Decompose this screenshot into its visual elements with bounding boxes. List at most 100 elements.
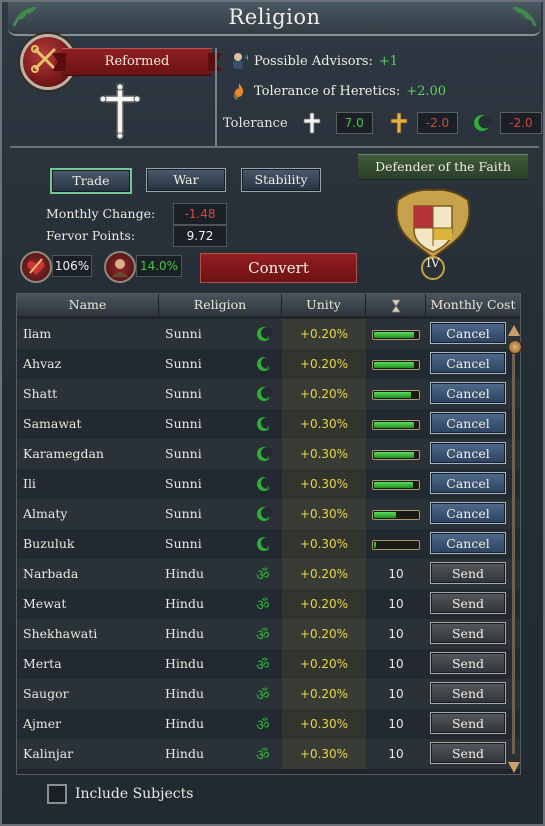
row-religion: Sunni: [159, 469, 282, 499]
row-religion: Sunni: [159, 319, 282, 349]
column-header-name[interactable]: Name: [17, 294, 159, 316]
cancel-button[interactable]: Cancel: [430, 382, 506, 404]
row-cost: Cancel: [426, 499, 510, 529]
cancel-button[interactable]: Cancel: [430, 442, 506, 464]
row-unity: +0.20%: [282, 559, 366, 589]
row-religion: Hindu ॐ: [159, 709, 282, 739]
send-button[interactable]: Send: [430, 742, 506, 764]
row-time: [366, 379, 426, 409]
om-icon: ॐ: [256, 566, 270, 582]
table-body: Ilam Sunni +0.20% Cancel Ahvaz Sunni +0.20% Can…: [17, 319, 520, 769]
row-time: 10: [366, 739, 426, 769]
column-header-monthly-cost[interactable]: Monthly Cost: [426, 294, 520, 316]
cancel-button[interactable]: Cancel: [430, 322, 506, 344]
mission-panel: Trade War Stability Monthly Change: -1.4…: [10, 146, 539, 286]
row-time: 10: [366, 649, 426, 679]
monthly-change-value: -1.48: [173, 203, 227, 225]
progress-bar: [372, 540, 420, 550]
row-name: Ilam: [23, 326, 52, 341]
row-cost: Send: [426, 589, 510, 619]
progress-bar: [372, 450, 420, 460]
row-name: Shekhawati: [23, 626, 98, 641]
row-time: 10: [366, 709, 426, 739]
scroll-down-icon[interactable]: [507, 760, 521, 774]
religion-label: Hindu: [165, 686, 205, 701]
include-subjects-checkbox[interactable]: [47, 784, 67, 804]
table-scrollbar[interactable]: [507, 324, 522, 774]
cancel-button[interactable]: Cancel: [430, 412, 506, 434]
table-row: Narbada Hindu ॐ +0.20% 10 Send: [17, 559, 520, 589]
send-button[interactable]: Send: [430, 682, 506, 704]
send-button[interactable]: Send: [430, 562, 506, 584]
cancel-button[interactable]: Cancel: [430, 502, 506, 524]
fervor-points-value: 9.72: [173, 225, 227, 247]
row-cost: Cancel: [426, 379, 510, 409]
convert-button[interactable]: Convert: [200, 253, 357, 283]
missionary-progress-value: 14.0%: [136, 255, 182, 277]
svg-text:ॐ: ॐ: [256, 716, 270, 732]
time-value: 10: [388, 597, 404, 611]
religion-label: Sunni: [165, 386, 202, 401]
row-time: [366, 499, 426, 529]
scroll-up-icon[interactable]: [507, 324, 521, 338]
send-button[interactable]: Send: [430, 622, 506, 644]
om-icon: ॐ: [256, 716, 270, 732]
cancel-button[interactable]: Cancel: [430, 532, 506, 554]
om-icon: ॐ: [256, 686, 270, 702]
possible-advisors-label: Possible Advisors:: [254, 53, 373, 69]
missionary-table: Name Religion Unity Monthly Cost Ilam Sun…: [16, 293, 521, 775]
heretic-cross-icon: [390, 112, 408, 134]
fervor-icon: [20, 251, 52, 283]
scroll-track[interactable]: [512, 344, 515, 754]
row-cost: Cancel: [426, 469, 510, 499]
row-cost: Send: [426, 709, 510, 739]
svg-text:ॐ: ॐ: [256, 746, 270, 762]
tolerance-heathen-value: -2.0: [500, 112, 542, 134]
religion-name-ribbon: Reformed: [62, 48, 212, 76]
religion-label: Hindu: [165, 566, 205, 581]
laurel-right-icon: [512, 6, 537, 27]
row-religion: Hindu ॐ: [159, 559, 282, 589]
row-unity: +0.20%: [282, 379, 366, 409]
crescent-icon: [257, 507, 272, 521]
row-religion: Hindu ॐ: [159, 619, 282, 649]
row-name: Mewat: [23, 596, 67, 611]
row-name: Narbada: [23, 566, 79, 581]
crescent-icon: [257, 417, 272, 431]
cancel-button[interactable]: Cancel: [430, 352, 506, 374]
row-unity: +0.30%: [282, 709, 366, 739]
tab-trade[interactable]: Trade: [50, 168, 132, 194]
christian-cross-icon: [99, 83, 141, 140]
tab-stability[interactable]: Stability: [241, 168, 321, 192]
row-cost: Send: [426, 649, 510, 679]
send-button[interactable]: Send: [430, 712, 506, 734]
possible-advisors-row: + Possible Advisors: +1: [230, 52, 398, 70]
crescent-icon: [257, 537, 272, 551]
svg-text:ॐ: ॐ: [256, 686, 270, 702]
table-row: Shatt Sunni +0.20% Cancel: [17, 379, 520, 409]
time-value: 10: [388, 687, 404, 701]
table-row: Kalinjar Hindu ॐ +0.30% 10 Send: [17, 739, 520, 769]
table-row: Ili Sunni +0.30% Cancel: [17, 469, 520, 499]
row-cost: Cancel: [426, 439, 510, 469]
column-header-time[interactable]: [366, 294, 426, 316]
row-name: Almaty: [23, 506, 68, 521]
scroll-thumb[interactable]: [508, 340, 522, 354]
row-religion: Hindu ॐ: [159, 649, 282, 679]
send-button[interactable]: Send: [430, 652, 506, 674]
column-header-unity[interactable]: Unity: [282, 294, 366, 316]
column-header-religion[interactable]: Religion: [159, 294, 282, 316]
svg-text:ॐ: ॐ: [256, 596, 270, 612]
row-time: 10: [366, 679, 426, 709]
cancel-button[interactable]: Cancel: [430, 472, 506, 494]
time-value: 10: [388, 627, 404, 641]
time-value: 10: [388, 747, 404, 761]
time-value: 10: [388, 717, 404, 731]
tab-war[interactable]: War: [146, 168, 226, 192]
row-unity: +0.20%: [282, 319, 366, 349]
window-title: Religion: [228, 5, 321, 29]
tolerance-true-value: 7.0: [335, 112, 373, 134]
row-cost: Send: [426, 619, 510, 649]
send-button[interactable]: Send: [430, 592, 506, 614]
hourglass-icon: [390, 299, 401, 312]
